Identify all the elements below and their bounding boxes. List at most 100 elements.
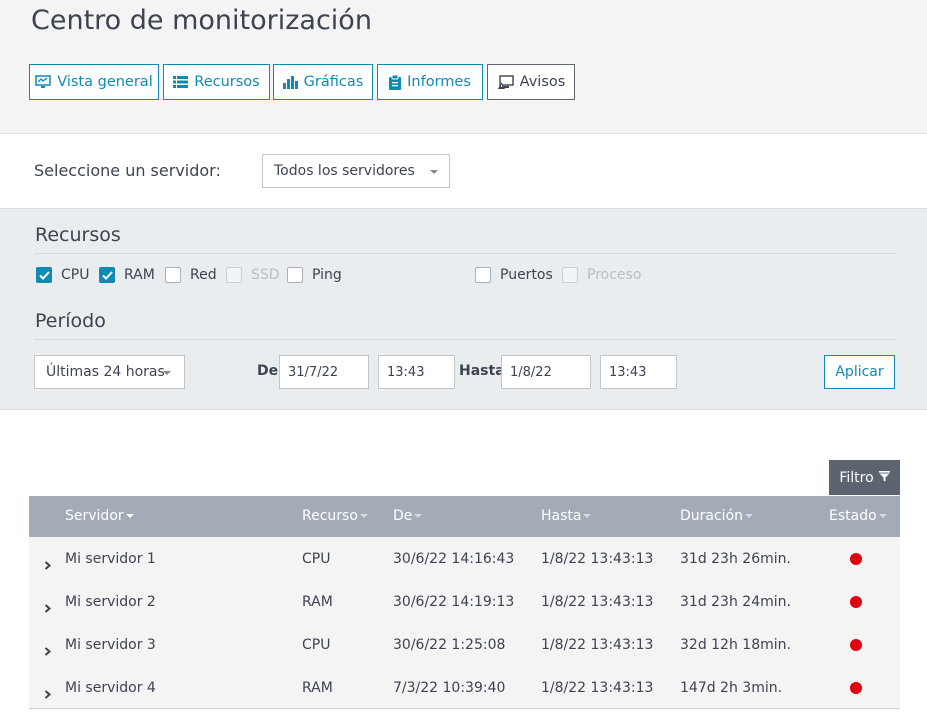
from-label: De — [257, 363, 279, 379]
tab-informes[interactable]: Informes — [377, 64, 483, 100]
cell-duration: 32d 12h 18min. — [680, 637, 791, 653]
check-icon — [38, 270, 50, 280]
server-select-value: Todos los servidores — [274, 163, 415, 179]
apply-button[interactable]: Aplicar — [824, 355, 895, 389]
checkbox-box[interactable] — [165, 267, 181, 283]
checkbox-label: Ping — [312, 267, 342, 283]
to-date-input[interactable]: 1/8/22 — [501, 355, 591, 389]
cell-server: Mi servidor 4 — [65, 680, 156, 696]
sort-icon — [745, 514, 754, 518]
from-date-input[interactable]: 31/7/22 — [279, 355, 369, 389]
cell-to: 1/8/22 13:43:13 — [541, 551, 654, 567]
column-header-recurso[interactable]: Recurso — [302, 508, 368, 524]
column-label: Duración — [680, 508, 744, 524]
checkbox-ram[interactable]: RAM — [99, 267, 155, 283]
to-label: Hasta — [459, 363, 505, 379]
cell-from: 30/6/22 14:16:43 — [393, 551, 515, 567]
checkbox-label: Proceso — [587, 267, 642, 283]
alert-monitor-icon — [497, 74, 514, 90]
chevron-down-icon — [430, 170, 438, 174]
table-row[interactable]: Mi servidor 3 CPU 30/6/22 1:25:08 1/8/22… — [29, 623, 900, 666]
checkbox-box[interactable] — [99, 267, 115, 283]
checkbox-ssd: SSD — [226, 267, 280, 283]
column-label: De — [393, 508, 413, 524]
tab-label: Informes — [407, 74, 471, 90]
tab-label: Avisos — [519, 74, 566, 90]
to-time-input[interactable]: 13:43 — [600, 355, 677, 389]
sort-icon — [359, 514, 368, 518]
checkbox-puertos[interactable]: Puertos — [475, 267, 553, 283]
filter-button[interactable]: Filtro — [829, 460, 900, 495]
check-icon — [101, 270, 113, 280]
cell-to: 1/8/22 13:43:13 — [541, 594, 654, 610]
cell-server: Mi servidor 2 — [65, 594, 156, 610]
table-row[interactable]: Mi servidor 4 RAM 7/3/22 10:39:40 1/8/22… — [29, 666, 900, 709]
column-header-duracion[interactable]: Duración — [680, 508, 754, 524]
tab-graficas[interactable]: Gráficas — [273, 64, 373, 100]
column-header-de[interactable]: De — [393, 508, 423, 524]
tab-recursos[interactable]: Recursos — [163, 64, 270, 100]
sort-icon — [414, 514, 423, 518]
status-dot — [850, 639, 862, 651]
column-label: Recurso — [302, 508, 358, 524]
cell-duration: 147d 2h 3min. — [680, 680, 783, 696]
chevron-right-icon[interactable] — [44, 684, 52, 703]
chevron-right-icon[interactable] — [44, 598, 52, 617]
page-title: Centro de monitorización — [31, 5, 372, 36]
period-title: Período — [35, 310, 106, 332]
checkbox-label: SSD — [251, 267, 280, 283]
cell-from: 30/6/22 14:19:13 — [393, 594, 515, 610]
resources-title: Recursos — [35, 224, 121, 246]
checkbox-label: RAM — [124, 267, 155, 283]
tab-avisos[interactable]: Avisos — [487, 64, 575, 100]
cell-server: Mi servidor 1 — [65, 551, 156, 567]
clipboard-icon — [389, 74, 402, 90]
monitor-icon — [35, 75, 51, 89]
checkbox-box — [226, 267, 242, 283]
table-row[interactable]: Mi servidor 1 CPU 30/6/22 14:16:43 1/8/2… — [29, 537, 900, 580]
checkbox-red[interactable]: Red — [165, 267, 217, 283]
table-header: Servidor Recurso De Hasta Duración Estad… — [29, 496, 900, 537]
checkbox-box[interactable] — [36, 267, 52, 283]
filter-panel: Recursos CPU RAM Red SSD Ping Puertos Pr… — [0, 209, 927, 410]
checkbox-ping[interactable]: Ping — [287, 267, 342, 283]
chevron-right-icon[interactable] — [44, 641, 52, 660]
server-select[interactable]: Todos los servidores — [262, 154, 450, 188]
table-row[interactable]: Mi servidor 2 RAM 30/6/22 14:19:13 1/8/2… — [29, 580, 900, 623]
checkbox-box[interactable] — [287, 267, 303, 283]
column-header-hasta[interactable]: Hasta — [541, 508, 592, 524]
cell-resource: RAM — [302, 594, 333, 610]
server-selector-row: Seleccione un servidor: Todos los servid… — [0, 135, 927, 209]
cell-duration: 31d 23h 24min. — [680, 594, 791, 610]
column-header-servidor[interactable]: Servidor — [65, 508, 134, 524]
status-dot — [850, 682, 862, 694]
period-select[interactable]: Últimas 24 horas — [34, 355, 185, 389]
checkbox-box[interactable] — [475, 267, 491, 283]
sort-icon — [583, 514, 592, 518]
server-label: Seleccione un servidor: — [34, 161, 221, 180]
table-body: Mi servidor 1 CPU 30/6/22 14:16:43 1/8/2… — [29, 537, 900, 709]
cell-resource: CPU — [302, 551, 331, 567]
cell-resource: RAM — [302, 680, 333, 696]
cell-duration: 31d 23h 26min. — [680, 551, 791, 567]
chevron-down-icon — [163, 371, 171, 375]
chevron-right-icon[interactable] — [44, 555, 52, 574]
divider — [34, 253, 895, 254]
sort-icon — [125, 514, 134, 518]
funnel-icon — [878, 470, 890, 486]
cell-from: 30/6/22 1:25:08 — [393, 637, 506, 653]
tab-label: Vista general — [57, 74, 153, 90]
tab-label: Recursos — [194, 74, 260, 90]
column-label: Hasta — [541, 508, 582, 524]
divider — [34, 339, 895, 340]
bar-chart-icon — [282, 75, 298, 89]
cell-server: Mi servidor 3 — [65, 637, 156, 653]
status-dot — [850, 596, 862, 608]
from-time-input[interactable]: 13:43 — [378, 355, 455, 389]
checkbox-box — [562, 267, 578, 283]
sort-icon — [878, 514, 887, 518]
tab-vista-general[interactable]: Vista general — [29, 64, 159, 100]
filter-label: Filtro — [839, 469, 874, 486]
checkbox-cpu[interactable]: CPU — [36, 267, 89, 283]
column-header-estado[interactable]: Estado — [829, 508, 887, 524]
